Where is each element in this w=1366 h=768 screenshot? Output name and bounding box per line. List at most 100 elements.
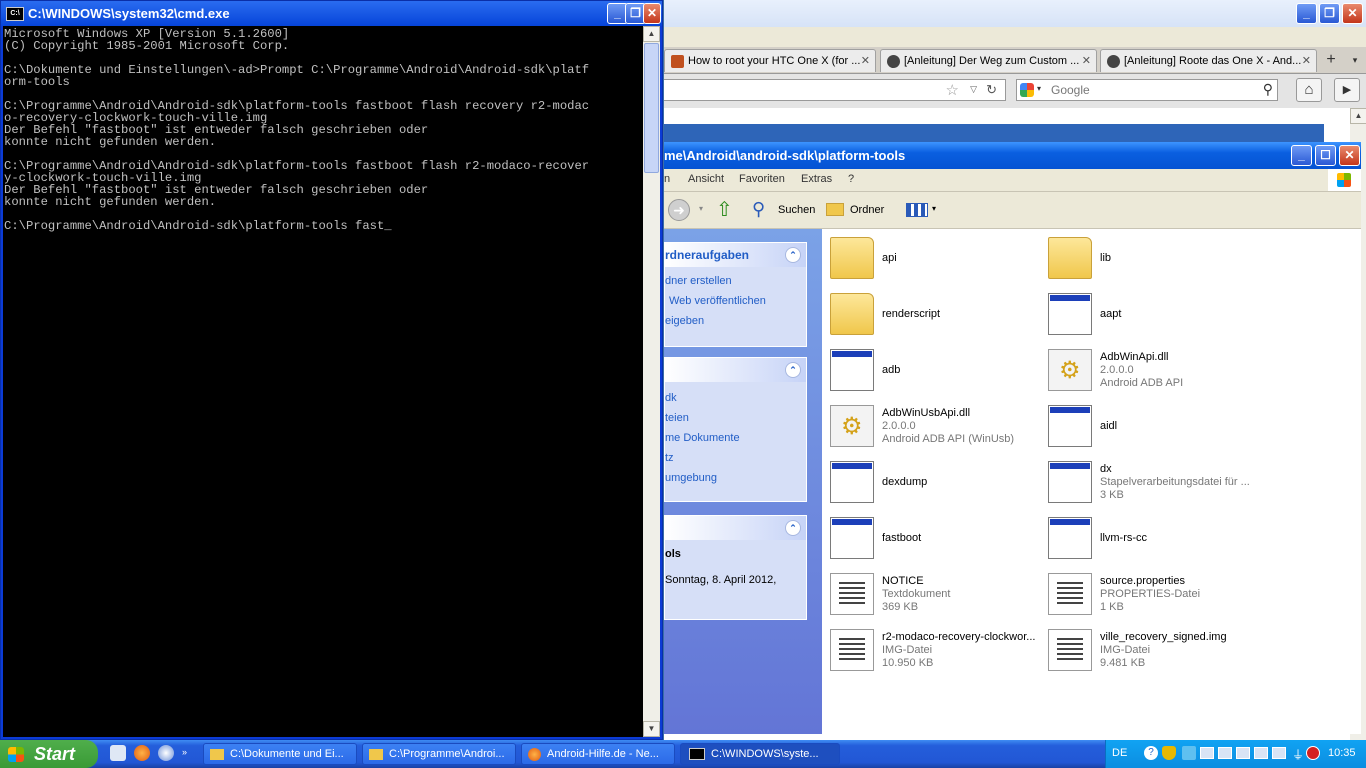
file-item[interactable]: api [826,233,1041,285]
search-icon[interactable]: ⚲ [1263,81,1273,98]
file-type: 2.0.0.0 [882,420,916,432]
up-folder-icon[interactable]: ⇧ [716,199,738,221]
new-tab-button[interactable]: + [1320,51,1342,69]
place-files[interactable]: teien [665,408,806,428]
minimize-button[interactable]: _ [1296,3,1317,24]
file-item[interactable]: lib [1044,233,1259,285]
tab-list-button[interactable]: ▾ [1348,51,1362,69]
file-item[interactable]: NOTICE Textdokument 369 KB [826,569,1041,621]
taskbar-item-dokumente[interactable]: C:\Dokumente und Ei... [203,743,357,765]
close-button[interactable]: ✕ [1342,3,1363,24]
home-icon[interactable]: ⌂ [1296,78,1322,102]
menu-file[interactable]: n [664,173,670,185]
taskbar-item-firefox[interactable]: Android-Hilfe.de - Ne... [521,743,675,765]
safely-remove-icon[interactable]: ⏚ [1292,746,1304,763]
scroll-up-icon[interactable]: ▲ [643,26,660,42]
file-item[interactable]: AdbWinUsbApi.dll2.0.0.0Android ADB API (… [826,401,1041,453]
help-icon[interactable]: ? [1144,746,1158,760]
network-icon[interactable] [1218,747,1232,759]
dll-icon [830,405,874,447]
network-icon[interactable] [1272,747,1286,759]
folders-button[interactable]: Ordner [824,198,892,222]
cmd-icon: C:\ [6,7,24,21]
minimize-button[interactable]: _ [1291,145,1312,166]
taskbar-item-cmd[interactable]: C:\WINDOWS\syste... [680,743,840,765]
file-item[interactable]: adb [826,345,1041,397]
network-icon[interactable] [1200,747,1214,759]
url-bar[interactable]: ☆ ▽ ↻ [664,79,1006,101]
file-item[interactable]: renderscript [826,289,1041,341]
network-icon[interactable] [1236,747,1250,759]
search-button[interactable]: ⚲ Suchen [750,198,818,222]
task-new-folder[interactable]: dner erstellen [665,271,806,291]
forward-icon[interactable]: ➜ [668,199,690,221]
collapse-icon[interactable]: ⌃ [785,362,801,378]
maximize-button[interactable]: ☐ [1315,145,1336,166]
chevron-right-icon[interactable]: » [182,747,187,757]
firefox-icon[interactable] [134,745,150,761]
place-sdk[interactable]: dk [665,388,806,408]
place-network[interactable]: umgebung [665,468,806,488]
chevron-down-icon[interactable]: ▾ [699,204,703,213]
clock: 10:35 [1328,747,1356,759]
folder-tasks-header[interactable]: rdneraufgaben ⌃ [665,243,806,267]
file-item[interactable]: aidl [1044,401,1259,453]
file-item[interactable]: ville_recovery_signed.img IMG-Datei 9.481 … [1044,625,1259,677]
tab-close-icon[interactable]: ✕ [1302,50,1311,72]
shield-icon[interactable] [1162,746,1176,760]
tab-root-one-x[interactable]: [Anleitung] Roote das One X - And... ✕ [1100,49,1317,72]
file-name: r2-modaco-recovery-clockwor... [882,631,1036,643]
file-item[interactable]: dx Stapelverarbeitungsdatei für ... 3 KB [1044,457,1259,509]
details-header[interactable]: ⌃ [665,516,806,540]
file-item[interactable]: r2-modaco-recovery-clockwor... IMG-Datei 1… [826,625,1041,677]
bluetooth-icon[interactable] [1182,746,1196,760]
file-item[interactable]: dexdump [826,457,1041,509]
views-button[interactable]: ▾ [904,198,940,222]
tab-close-icon[interactable]: ✕ [861,50,870,72]
close-button[interactable]: ✕ [643,3,661,24]
search-bar[interactable]: ▾ Google ⚲ [1016,79,1278,101]
place-my-documents[interactable]: me Dokumente [665,428,806,448]
bookmark-star-icon[interactable]: ☆ [946,81,959,99]
file-item[interactable]: aapt [1044,289,1259,341]
search-icon: ⚲ [752,199,766,219]
media-player-icon[interactable] [158,745,174,761]
menu-favorites[interactable]: Favoriten [739,173,785,185]
taskbar-item-programme[interactable]: C:\Programme\Androi... [362,743,516,765]
close-button[interactable]: ✕ [1339,145,1360,166]
menu-view[interactable]: Ansicht [688,173,724,185]
start-button[interactable]: Start [0,740,98,768]
history-dropdown-icon[interactable]: ▽ [970,84,977,95]
antivirus-icon[interactable] [1306,746,1320,760]
task-share[interactable]: eigeben [665,311,806,331]
scroll-thumb[interactable] [644,43,659,173]
reload-icon[interactable]: ↻ [986,82,997,98]
menu-extras[interactable]: Extras [801,173,832,185]
console-output[interactable]: Microsoft Windows XP [Version 5.1.2600] … [3,26,643,737]
maximize-button[interactable]: ❐ [1319,3,1340,24]
network-icon[interactable] [1254,747,1268,759]
tab-close-icon[interactable]: ✕ [1082,50,1091,72]
file-item[interactable]: fastboot [826,513,1041,565]
file-item[interactable]: AdbWinApi.dll2.0.0.0Android ADB API [1044,345,1259,397]
tab-htc-root[interactable]: How to root your HTC One X (for ... ✕ [664,49,876,72]
tab-custom-rom[interactable]: [Anleitung] Der Weg zum Custom ... ✕ [880,49,1097,72]
scroll-down-icon[interactable]: ▼ [643,721,660,737]
task-publish-web[interactable]: Web veröffentlichen [665,291,806,311]
explorer-icon[interactable] [110,745,126,761]
collapse-icon[interactable]: ⌃ [785,247,801,263]
file-item[interactable]: source.properties PROPERTIES-Datei 1 KB [1044,569,1259,621]
other-places-header[interactable]: ⌃ [665,358,806,382]
chevron-down-icon: ▾ [932,204,937,213]
file-item[interactable]: llvm-rs-cc [1044,513,1259,565]
language-indicator[interactable]: DE [1112,747,1127,759]
chevron-down-icon[interactable]: ▾ [1037,84,1041,93]
menu-help[interactable]: ? [848,173,854,185]
play-icon[interactable]: ▶ [1334,78,1360,102]
cmd-titlebar: C:\ C:\WINDOWS\system32\cmd.exe _ ❐ ✕ [1,1,662,26]
console-scrollbar[interactable]: ▲ ▼ [643,26,660,737]
place-workplace[interactable]: tz [665,448,806,468]
scroll-up-icon[interactable]: ▲ [1350,108,1366,124]
collapse-icon[interactable]: ⌃ [785,520,801,536]
file-name: source.properties [1100,575,1185,587]
